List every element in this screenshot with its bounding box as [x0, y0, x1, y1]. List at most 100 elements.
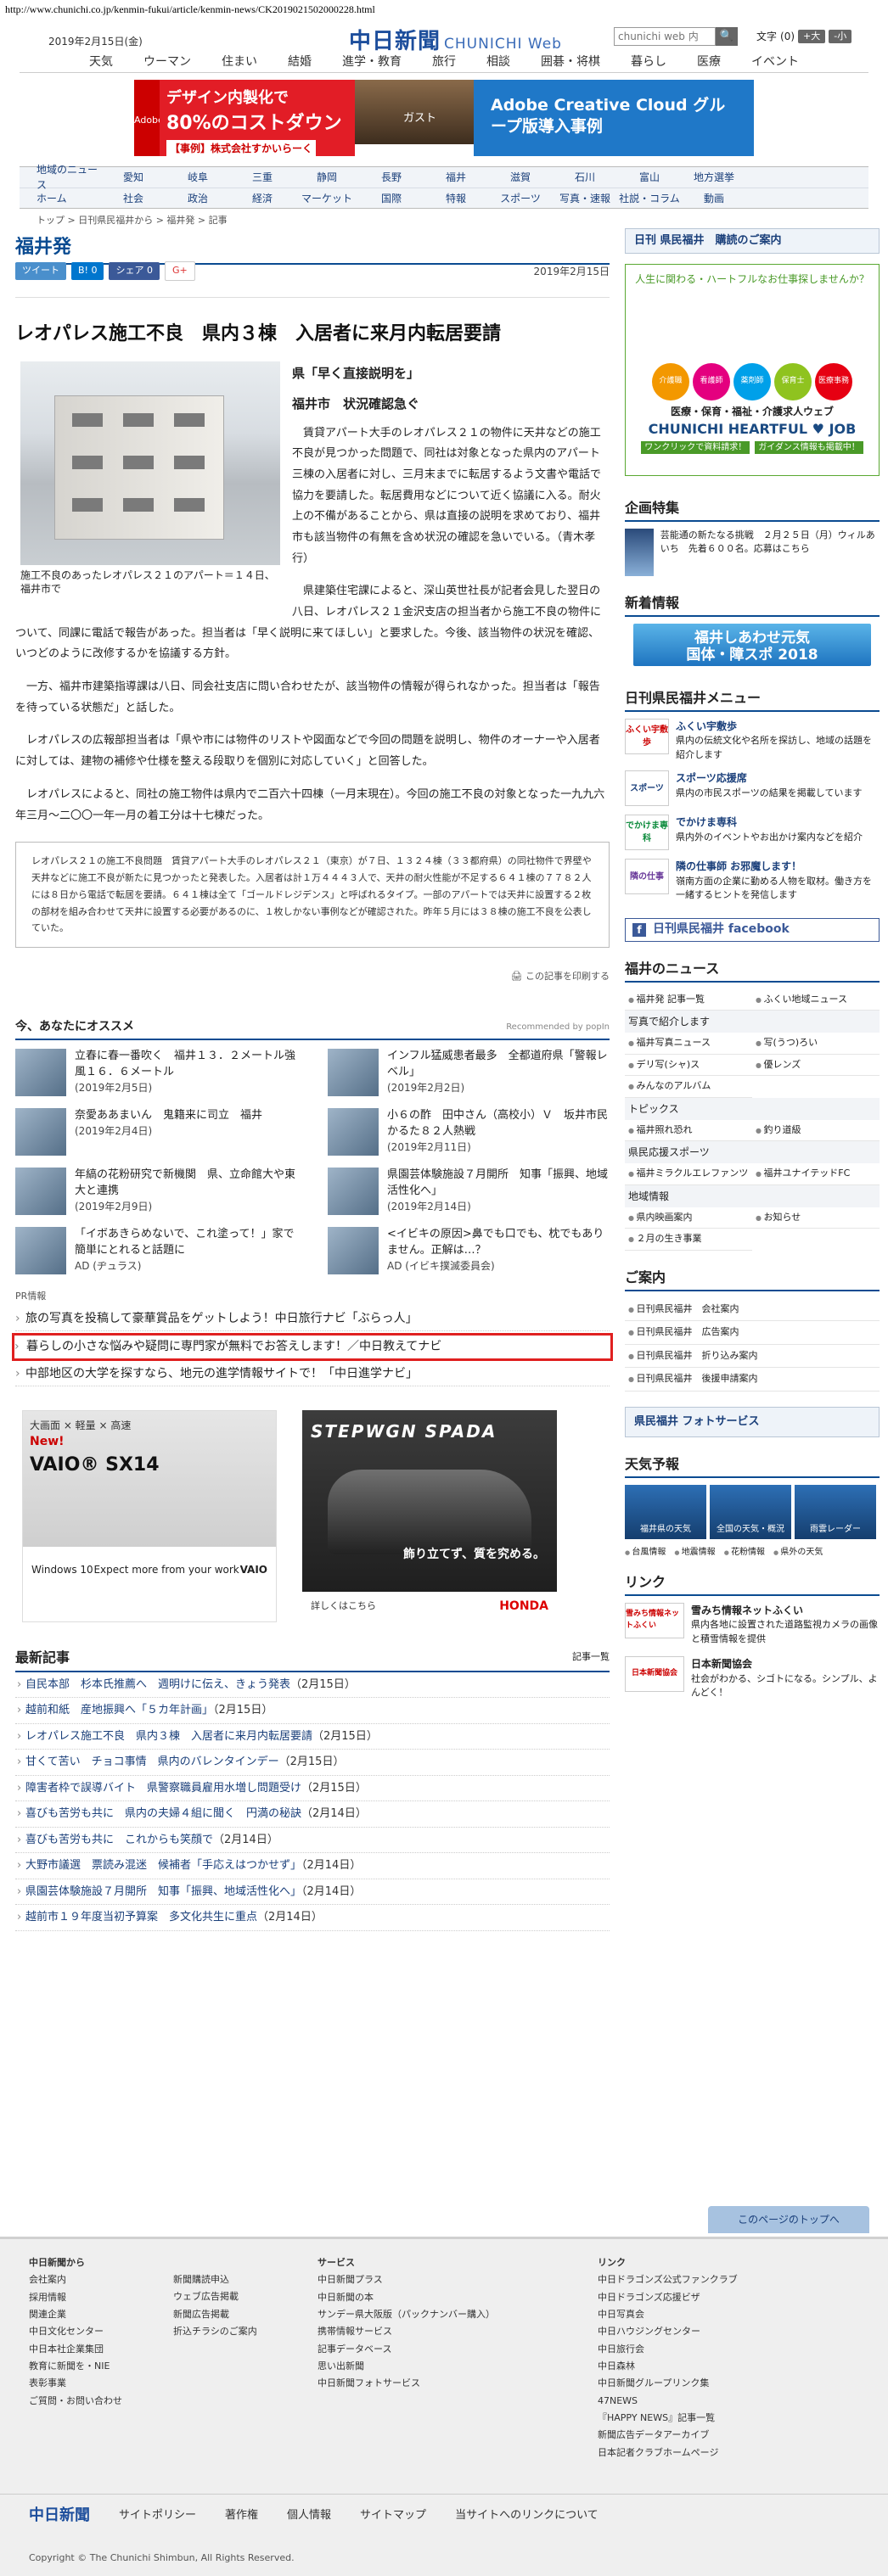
news-link[interactable]: お知らせ [752, 1207, 880, 1229]
footer-link[interactable]: 会社案内 [29, 2271, 173, 2288]
recommend-item[interactable]: <イビキの原因>鼻でも口でも、枕でもありません。正解は…？ AD (イビキ撲滅委員… [328, 1227, 610, 1275]
pr-link-highlighted[interactable]: 暮らしの小さな悩みや疑問に専門家が無料でお答えします！／中日教えてナビ [12, 1332, 613, 1361]
recommend-item[interactable]: インフル猛威患者最多 全都道府県「警報レベル」 (2019年2月2日) [328, 1049, 610, 1097]
latest-more-link[interactable]: 記事一覧 [572, 1650, 610, 1665]
footer-link[interactable]: 中日ハウジングセンター [598, 2323, 818, 2340]
menu-item[interactable]: ふくい宇敷歩 ふくい宇敷歩 県内の伝統文化や名所を探訪し、地域の話題を紹介します [625, 718, 880, 763]
search-input[interactable] [614, 27, 716, 46]
gnav-item[interactable]: イベント [736, 51, 814, 72]
footer-link[interactable]: 中日写真会 [598, 2306, 818, 2323]
pr-link[interactable]: 中部地区の大学を探すなら、地元の進学情報サイトで！「中日進学ナビ」 [15, 1363, 610, 1386]
subnav-item[interactable]: スポーツ [488, 191, 553, 206]
subnav-item[interactable]: マーケット [295, 191, 359, 206]
recommend-item[interactable]: 年縞の花粉研究で新機関 県、立命館大や東大と連携 (2019年2月9日) [15, 1168, 297, 1216]
latest-item[interactable]: 自民本部 杉本氏推薦へ 週明けに伝え、きょう発表（2月15日） [15, 1672, 610, 1699]
link-item[interactable]: 日本新聞協会 日本新聞協会 社会がわかる、シゴトになる。シンプル、よんどく！ [625, 1656, 880, 1700]
tweet-button[interactable]: ツイート [15, 262, 66, 280]
facebook-banner[interactable]: f 日刊県民福井 facebook [625, 917, 880, 942]
recommend-item[interactable]: 奈愛ああまいん 鬼籍来に司立 福井 (2019年2月4日) [15, 1108, 297, 1156]
latest-item[interactable]: 大野市議選 票読み混迷 候補者「手応えはつかせず」（2月14日） [15, 1853, 610, 1879]
recommend-item[interactable]: 小６の酢 田中さん（高校小）Ｖ 坂井市民かるた８２人熱戦 (2019年2月11日) [328, 1108, 610, 1156]
news-link[interactable]: 福井発 記事一覧 [625, 989, 752, 1011]
footer-link[interactable]: 新聞購読申込 [173, 2271, 318, 2288]
subnav-item[interactable]: 富山 [617, 170, 682, 185]
font-bigger-button[interactable]: +大 [798, 29, 826, 44]
subnav-item[interactable]: 滋賀 [488, 170, 553, 185]
breadcrumb[interactable]: トップ > 日刊県民福井から > 福井発 > 記事 [20, 214, 868, 228]
footer-link[interactable]: 表彰事業 [29, 2375, 173, 2392]
honda-ad[interactable]: STEPWGN SPADA 飾り立てず、質を究める。 詳しくはこちら HONDA [302, 1409, 557, 1622]
rain-radar-button[interactable]: 雨雲レーダー [795, 1484, 876, 1539]
kikaku-item[interactable]: 芸能通の新たなる挑戦 ２月２５日（月）ウィルあいち 先着６００名。応募はこちら [625, 528, 880, 576]
news-link[interactable]: みんなのアルバム [625, 1076, 752, 1098]
weather-fukui-button[interactable]: 福井県の天気 [625, 1484, 706, 1539]
footer-link[interactable]: 日本記者クラブホームページ [598, 2444, 818, 2461]
facebook-share-button[interactable]: シェア 0 [109, 262, 160, 280]
footer-link[interactable]: 中日新聞プラス [318, 2271, 598, 2288]
news-link[interactable]: ２月の生き事業 [625, 1229, 752, 1251]
honda-ad-more-link[interactable]: 詳しくはこちら [311, 1599, 376, 1614]
footer-link[interactable]: 中日本社企業集団 [29, 2341, 173, 2358]
subnav-item[interactable]: 社説・コラム [617, 191, 682, 206]
apartment-photo[interactable] [20, 361, 280, 565]
news-link[interactable]: 福井写真ニュース [625, 1033, 752, 1055]
weather-link[interactable]: 花粉情報 [724, 1546, 765, 1559]
gnav-item[interactable]: 暮らし [615, 51, 682, 72]
recommend-item[interactable]: 県園芸体験施設７月開所 知事「振興、地域活性化へ」 (2019年2月14日) [328, 1168, 610, 1216]
subnav-item[interactable]: 岐阜 [166, 170, 230, 185]
footer-bar-link[interactable]: 著作権 [225, 2507, 258, 2524]
subnav-item[interactable]: 石川 [553, 170, 617, 185]
footer-link[interactable]: 中日新聞の本 [318, 2289, 598, 2306]
latest-item[interactable]: 甘くて苦い チョコ事情 県内のバレンタインデー（2月15日） [15, 1750, 610, 1776]
latest-item[interactable]: 喜びも苦労も共に これからも笑顔で（2月14日） [15, 1828, 610, 1854]
footer-link[interactable]: ご質問・お問い合わせ [29, 2393, 173, 2410]
footer-link[interactable]: 記事データベース [318, 2341, 598, 2358]
news-link[interactable]: 福井ユナイテッドFC [752, 1163, 880, 1185]
news-link[interactable]: ふくい地域ニュース [752, 989, 880, 1011]
annai-link[interactable]: 日刊県民福井 後援申請案内 [625, 1368, 880, 1392]
footer-link[interactable]: ウェブ広告掲載 [173, 2288, 318, 2305]
adobe-banner-ad[interactable]: Adobe デザイン内製化で 80%のコストダウン 【事例】株式会社すかいらーく… [134, 80, 754, 157]
print-link[interactable]: 🖨 この記事を印刷する [15, 968, 610, 986]
vaio-ad[interactable]: 大画面 × 軽量 × 高速 New! VAIO® SX14 Windows 10… [22, 1409, 277, 1622]
footer-link[interactable]: サンデー県大阪版（パックナンバー購入） [318, 2306, 598, 2323]
subnav-item[interactable]: 特報 [424, 191, 488, 206]
footer-link[interactable]: 『HAPPY NEWS』記事一覧 [598, 2410, 818, 2427]
subnav-item[interactable]: 静岡 [295, 170, 359, 185]
gnav-item[interactable]: 医療 [682, 51, 736, 72]
weather-link[interactable]: 台風情報 [625, 1546, 666, 1559]
subnav-item[interactable]: 写真・速報 [553, 191, 617, 206]
font-smaller-button[interactable]: -小 [829, 29, 852, 44]
latest-item[interactable]: 越前和紙 産地振興へ「５カ年計画」（2月15日） [15, 1698, 610, 1724]
kokutai-banner[interactable]: 福井しあわせ元気 国体・障スポ 2018 [633, 623, 871, 666]
footer-link[interactable]: 中日ドラゴンズ公式ファンクラブ [598, 2271, 818, 2288]
annai-link[interactable]: 日刊県民福井 会社案内 [625, 1298, 880, 1321]
gnav-item[interactable]: 天気 [74, 51, 128, 72]
weather-link[interactable]: 地震情報 [674, 1546, 716, 1559]
gnav-item[interactable]: ウーマン [128, 51, 206, 72]
footer-link[interactable]: 新聞広告掲載 [173, 2306, 318, 2323]
latest-item[interactable]: 県園芸体験施設７月開所 知事「振興、地域活性化へ」（2月14日） [15, 1879, 610, 1906]
footer-link[interactable]: 関連企業 [29, 2306, 173, 2323]
gnav-item[interactable]: 住まい [206, 51, 273, 72]
footer-link[interactable]: 思い出新聞 [318, 2358, 598, 2375]
latest-item[interactable]: 障害者枠で誤導バイト 県警察職員雇用水増し問題受け（2月15日） [15, 1776, 610, 1802]
menu-item[interactable]: 隣の仕事 隣の仕事師 お邪魔します！ 嶺南方面の企業に勤める人物を取材。働き方を一緒… [625, 859, 880, 903]
search-button[interactable]: 🔍 [716, 27, 738, 46]
latest-item[interactable]: 喜びも苦労も共に 県内の夫婦４組に聞く 円満の秘訣（2月14日） [15, 1801, 610, 1828]
news-link[interactable]: 福井ミラクルエレファンツ [625, 1163, 752, 1185]
gplus-button[interactable]: G+ [164, 261, 195, 281]
popin-credit[interactable]: Recommended by popIn [506, 1021, 610, 1033]
subnav-item[interactable]: 政治 [166, 191, 230, 206]
subnav-item[interactable]: 福井 [424, 170, 488, 185]
menu-item[interactable]: スポーツ スポーツ応援席 県内の市民スポーツの結果を掲載しています [625, 770, 880, 806]
footer-bar-link[interactable]: 当サイトへのリンクについて [455, 2507, 599, 2524]
subnav-item[interactable]: 社会 [101, 191, 166, 206]
recommend-item[interactable]: 立春に春一番吹く 福井１３．２メートル強風１６．６メートル (2019年2月5日) [15, 1049, 297, 1097]
annai-link[interactable]: 日刊県民福井 広告案内 [625, 1321, 880, 1345]
annai-link[interactable]: 日刊県民福井 折り込み案内 [625, 1345, 880, 1368]
weather-national-button[interactable]: 全国の天気・概況 [710, 1484, 791, 1539]
latest-item[interactable]: レオパレス施工不良 県内３棟 入居者に来月内転居要請（2月15日） [15, 1724, 610, 1750]
hatena-button[interactable]: B! 0 [71, 262, 104, 280]
subscription-banner[interactable]: 日刊 県民福井 購読のご案内 [625, 227, 880, 254]
